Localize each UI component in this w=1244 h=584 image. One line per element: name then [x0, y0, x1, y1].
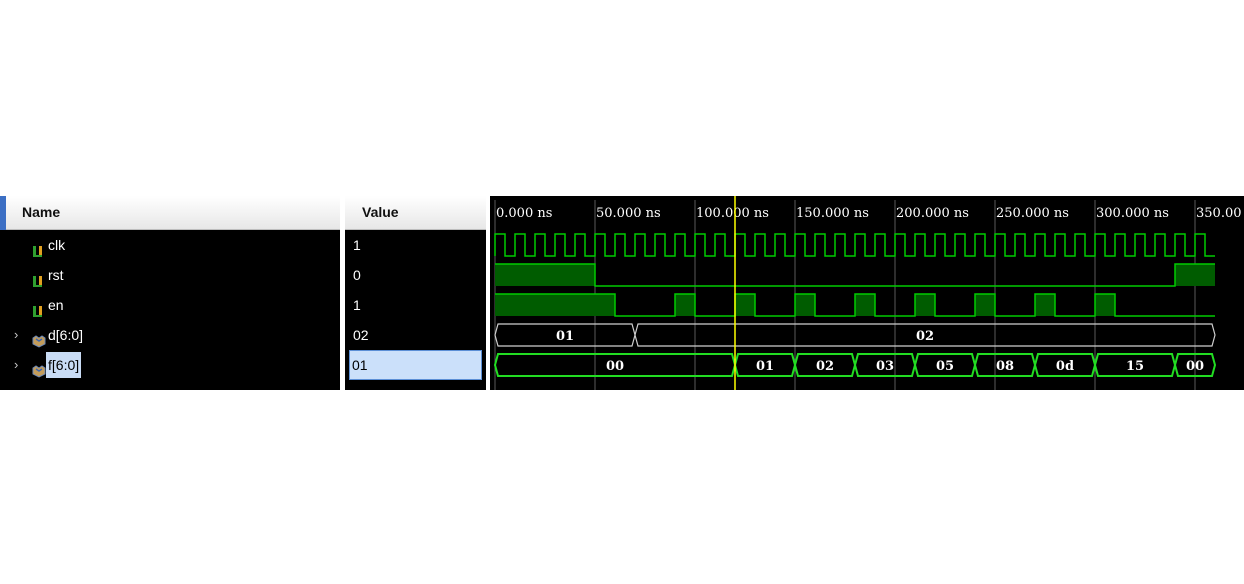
- rst-high-fill: [1175, 264, 1215, 286]
- en-high-fill: [795, 294, 815, 316]
- time-tick-label: 100.000 ns: [696, 206, 769, 221]
- en-high-fill: [915, 294, 935, 316]
- name-column-header[interactable]: Name: [6, 196, 340, 230]
- signal-value: 0: [353, 267, 361, 283]
- rst-high-fill: [495, 264, 595, 286]
- clk-waveform: [494, 233, 1215, 257]
- time-tick-label: 300.000 ns: [1096, 206, 1169, 221]
- expand-chevron-icon[interactable]: ›: [14, 320, 26, 350]
- signal-value-cell[interactable]: 1: [345, 230, 486, 260]
- signal-name: clk: [48, 237, 66, 253]
- f-bus-value-label: 08: [996, 359, 1014, 374]
- time-tick-label: 250.000 ns: [996, 206, 1069, 221]
- signal-value: 1: [353, 297, 361, 313]
- f-bus-value-label: 15: [1126, 359, 1144, 374]
- logic-signal-icon: [32, 238, 44, 257]
- en-high-fill: [1095, 294, 1115, 316]
- signal-name: en: [48, 297, 64, 313]
- f-bus-value-label: 00: [606, 359, 624, 374]
- f-bus-value-label: 01: [756, 359, 774, 374]
- en-high-fill: [675, 294, 695, 316]
- en-high-fill: [735, 294, 755, 316]
- signal-value-cell[interactable]: 02: [345, 320, 486, 350]
- time-tick-label: 350.00: [1196, 206, 1242, 221]
- f-bus-value-label: 00: [1186, 359, 1204, 374]
- value-panel: Value 1 0 1 02 01: [345, 196, 486, 390]
- signal-row-en[interactable]: en: [0, 290, 340, 320]
- signal-value: 01: [352, 357, 368, 373]
- en-high-fill: [975, 294, 995, 316]
- waveform-viewer: Name clk rst en › d[6:0] › f[6:0] Value 1 0 1 02 0…: [0, 196, 1244, 390]
- d-bus-value-label: 01: [556, 329, 574, 344]
- bus-signal-icon: [32, 328, 46, 348]
- f-bus-value-label: 05: [936, 359, 954, 374]
- bus-signal-icon: [32, 358, 46, 378]
- en-high-fill: [1035, 294, 1055, 316]
- en-high-fill: [855, 294, 875, 316]
- signal-value-cell[interactable]: 0: [345, 260, 486, 290]
- en-high-fill: [495, 294, 615, 316]
- value-column-label: Value: [362, 204, 399, 220]
- rst-waveform: [495, 263, 1215, 287]
- f-bus-value-label: 03: [876, 359, 894, 374]
- signal-value: 1: [353, 237, 361, 253]
- name-panel: Name clk rst en › d[6:0] › f[6:0]: [0, 196, 340, 390]
- signal-value-cell[interactable]: 1: [345, 290, 486, 320]
- signal-row-f60[interactable]: › f[6:0]: [0, 350, 340, 380]
- signal-name: rst: [48, 267, 64, 283]
- time-tick-label: 50.000 ns: [596, 206, 661, 221]
- signal-row-d60[interactable]: › d[6:0]: [0, 320, 340, 350]
- expand-chevron-icon[interactable]: ›: [14, 350, 26, 380]
- signal-value-cell[interactable]: 01: [349, 350, 482, 380]
- logic-signal-icon: [32, 298, 44, 317]
- waveform-panel[interactable]: 0.000 ns 50.000 ns 100.000 ns 150.000 ns 200…: [490, 196, 1244, 390]
- logic-signal-icon: [32, 268, 44, 287]
- signal-name: f[6:0]: [46, 352, 82, 378]
- f-bus-value-label: 0d: [1056, 359, 1074, 374]
- signal-row-rst[interactable]: rst: [0, 260, 340, 290]
- name-column-label: Name: [22, 204, 61, 220]
- time-tick-label: 150.000 ns: [796, 206, 869, 221]
- time-tick-label: 0.000 ns: [496, 206, 552, 221]
- time-tick-label: 200.000 ns: [896, 206, 969, 221]
- value-column-header[interactable]: Value: [345, 196, 486, 230]
- d-bus-value-label: 02: [916, 329, 934, 344]
- signal-value: 02: [353, 327, 369, 343]
- f-bus-value-label: 02: [816, 359, 834, 374]
- signal-name: d[6:0]: [48, 327, 84, 343]
- signal-row-clk[interactable]: clk: [0, 230, 340, 260]
- waveform-canvas[interactable]: 0.000 ns 50.000 ns 100.000 ns 150.000 ns 200…: [490, 196, 1244, 390]
